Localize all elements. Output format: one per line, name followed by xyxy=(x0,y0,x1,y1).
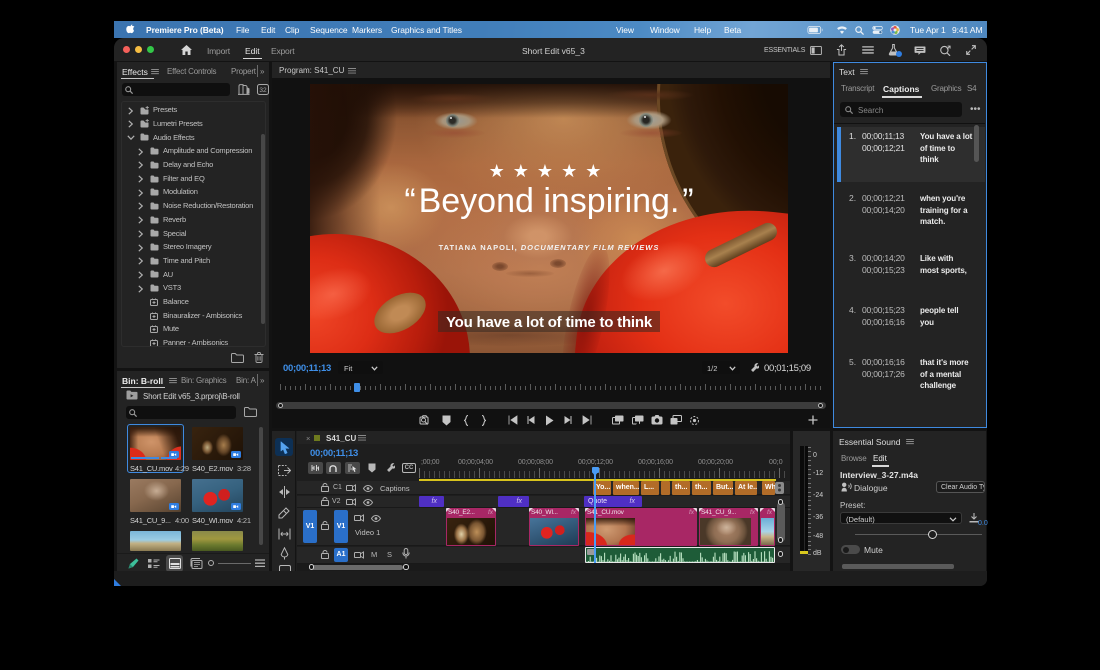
svg-text:32: 32 xyxy=(259,87,267,94)
